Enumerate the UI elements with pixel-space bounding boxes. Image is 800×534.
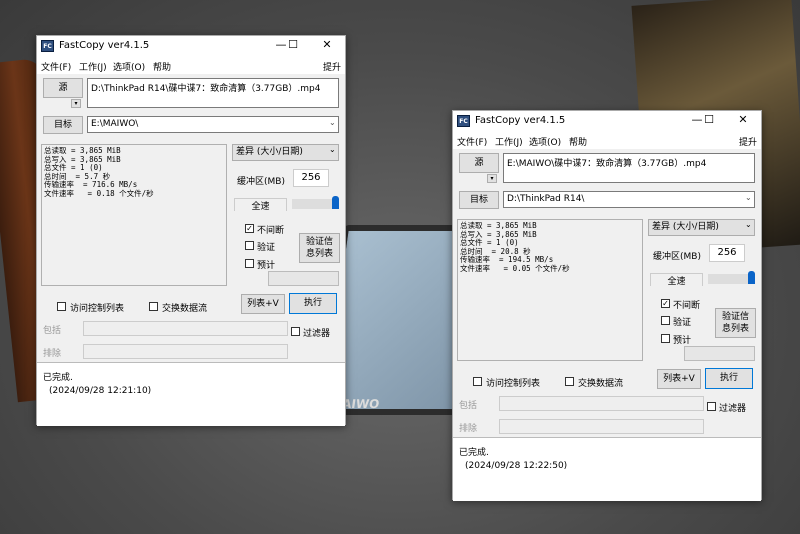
mode-select[interactable]: 差异 (大小/日期) <box>648 219 755 236</box>
completion-timestamp: (2024/09/28 12:22:50) <box>465 461 568 471</box>
source-button[interactable]: 源 <box>43 78 83 98</box>
estimate-label: 预计 <box>257 261 276 271</box>
verify-list-button[interactable]: 验证信息列表 <box>299 233 340 263</box>
source-dropdown-icon[interactable]: ▾ <box>71 99 81 108</box>
source-path-field[interactable]: E:\MAIWO\碟中谍7：致命清算（3.77GB）.mp4 <box>503 153 755 183</box>
chevron-down-icon[interactable]: ⌄ <box>745 193 752 202</box>
include-field[interactable] <box>83 321 288 336</box>
verify-list-button[interactable]: 验证信息列表 <box>715 308 756 338</box>
list-button[interactable]: 列表+V <box>241 294 285 314</box>
verify-label: 验证 <box>257 243 276 253</box>
menu-job[interactable]: 工作(J) <box>495 135 523 148</box>
chevron-down-icon: ⌄ <box>745 220 752 229</box>
buffer-size-input[interactable]: 256 <box>293 169 329 187</box>
buffer-label: 缓冲区(MB) <box>653 252 701 262</box>
verify-checkbox[interactable] <box>661 316 670 325</box>
filter-label: 过滤器 <box>303 329 331 339</box>
estimate-checkbox[interactable] <box>245 259 254 268</box>
verify-label: 验证 <box>673 318 692 328</box>
ads-label: 交换数据流 <box>162 304 208 314</box>
menu-options[interactable]: 选项(O) <box>529 135 561 148</box>
mode-select[interactable]: 差异 (大小/日期) <box>232 144 339 161</box>
execute-button[interactable]: 执行 <box>705 368 753 389</box>
target-button[interactable]: 目标 <box>459 191 499 209</box>
filter-checkbox[interactable] <box>291 327 300 336</box>
include-label: 包括 <box>43 326 62 336</box>
close-button[interactable]: ✕ <box>317 38 337 51</box>
completion-timestamp: (2024/09/28 12:21:10) <box>49 386 152 396</box>
ads-label: 交换数据流 <box>578 379 624 389</box>
source-path-field[interactable]: D:\ThinkPad R14\碟中谍7：致命清算（3.77GB）.mp4 <box>87 78 339 108</box>
fastcopy-app-icon: FC <box>457 115 470 127</box>
chevron-down-icon[interactable]: ⌄ <box>329 118 336 127</box>
status-text: 已完成. <box>459 448 489 458</box>
speed-label: 全速 <box>234 198 287 212</box>
chevron-down-icon: ⌄ <box>329 145 336 154</box>
nonstop-label: 不间断 <box>257 226 285 236</box>
slider-thumb[interactable] <box>748 271 755 284</box>
buffer-size-input[interactable]: 256 <box>709 244 745 262</box>
slider-thumb[interactable] <box>332 196 339 209</box>
menu-job[interactable]: 工作(J) <box>79 60 107 73</box>
ads-checkbox[interactable] <box>565 377 574 386</box>
target-path-field[interactable]: D:\ThinkPad R14\ <box>503 191 755 208</box>
nonstop-label: 不间断 <box>673 301 701 311</box>
stats-panel: 总读取 = 3,865 MiB 总写入 = 3,865 MiB 总文件 = 1 … <box>41 144 227 286</box>
menu-help[interactable]: 帮助 <box>153 60 171 73</box>
fastcopy-app-icon: FC <box>41 40 54 52</box>
menu-elevate[interactable]: 提升 <box>323 60 341 73</box>
list-button[interactable]: 列表+V <box>657 369 701 389</box>
exclude-label: 排除 <box>43 349 62 359</box>
filter-checkbox[interactable] <box>707 402 716 411</box>
exclude-label: 排除 <box>459 424 478 434</box>
menu-help[interactable]: 帮助 <box>569 135 587 148</box>
filter-label: 过滤器 <box>719 404 747 414</box>
window-title: FastCopy ver4.1.5 <box>59 40 150 51</box>
include-field[interactable] <box>499 396 704 411</box>
acl-checkbox[interactable] <box>473 377 482 386</box>
menu-bar: 文件(F) 工作(J) 选项(O) 帮助 提升 <box>37 58 345 74</box>
estimate-label: 预计 <box>673 336 692 346</box>
menu-bar: 文件(F) 工作(J) 选项(O) 帮助 提升 <box>453 133 761 149</box>
exclude-field[interactable] <box>499 419 704 434</box>
speed-label: 全速 <box>650 273 703 287</box>
buffer-label: 缓冲区(MB) <box>237 177 285 187</box>
acl-checkbox[interactable] <box>57 302 66 311</box>
menu-file[interactable]: 文件(F) <box>457 135 487 148</box>
close-button[interactable]: ✕ <box>733 113 753 126</box>
source-dropdown-icon[interactable]: ▾ <box>487 174 497 183</box>
progress-bar <box>268 271 339 286</box>
window-title: FastCopy ver4.1.5 <box>475 115 566 126</box>
exclude-field[interactable] <box>83 344 288 359</box>
maximize-button[interactable]: ☐ <box>699 113 719 126</box>
acl-label: 访问控制列表 <box>486 379 541 389</box>
fastcopy-window-1: FC FastCopy ver4.1.5 — ☐ ✕ 文件(F) 工作(J) 选… <box>36 35 346 426</box>
ads-checkbox[interactable] <box>149 302 158 311</box>
estimate-checkbox[interactable] <box>661 334 670 343</box>
maximize-button[interactable]: ☐ <box>283 38 303 51</box>
nonstop-checkbox[interactable]: ✓ <box>245 224 254 233</box>
menu-elevate[interactable]: 提升 <box>739 135 757 148</box>
acl-label: 访问控制列表 <box>70 304 125 314</box>
include-label: 包括 <box>459 401 478 411</box>
menu-options[interactable]: 选项(O) <box>113 60 145 73</box>
target-path-field[interactable]: E:\MAIWO\ <box>87 116 339 133</box>
fastcopy-window-2: FC FastCopy ver4.1.5 — ☐ ✕ 文件(F) 工作(J) 选… <box>452 110 762 501</box>
stats-panel: 总读取 = 3,865 MiB 总写入 = 3,865 MiB 总文件 = 1 … <box>457 219 643 361</box>
source-button[interactable]: 源 <box>459 153 499 173</box>
menu-file[interactable]: 文件(F) <box>41 60 71 73</box>
progress-bar <box>684 346 755 361</box>
status-text: 已完成. <box>43 373 73 383</box>
target-button[interactable]: 目标 <box>43 116 83 134</box>
execute-button[interactable]: 执行 <box>289 293 337 314</box>
nonstop-checkbox[interactable]: ✓ <box>661 299 670 308</box>
verify-checkbox[interactable] <box>245 241 254 250</box>
